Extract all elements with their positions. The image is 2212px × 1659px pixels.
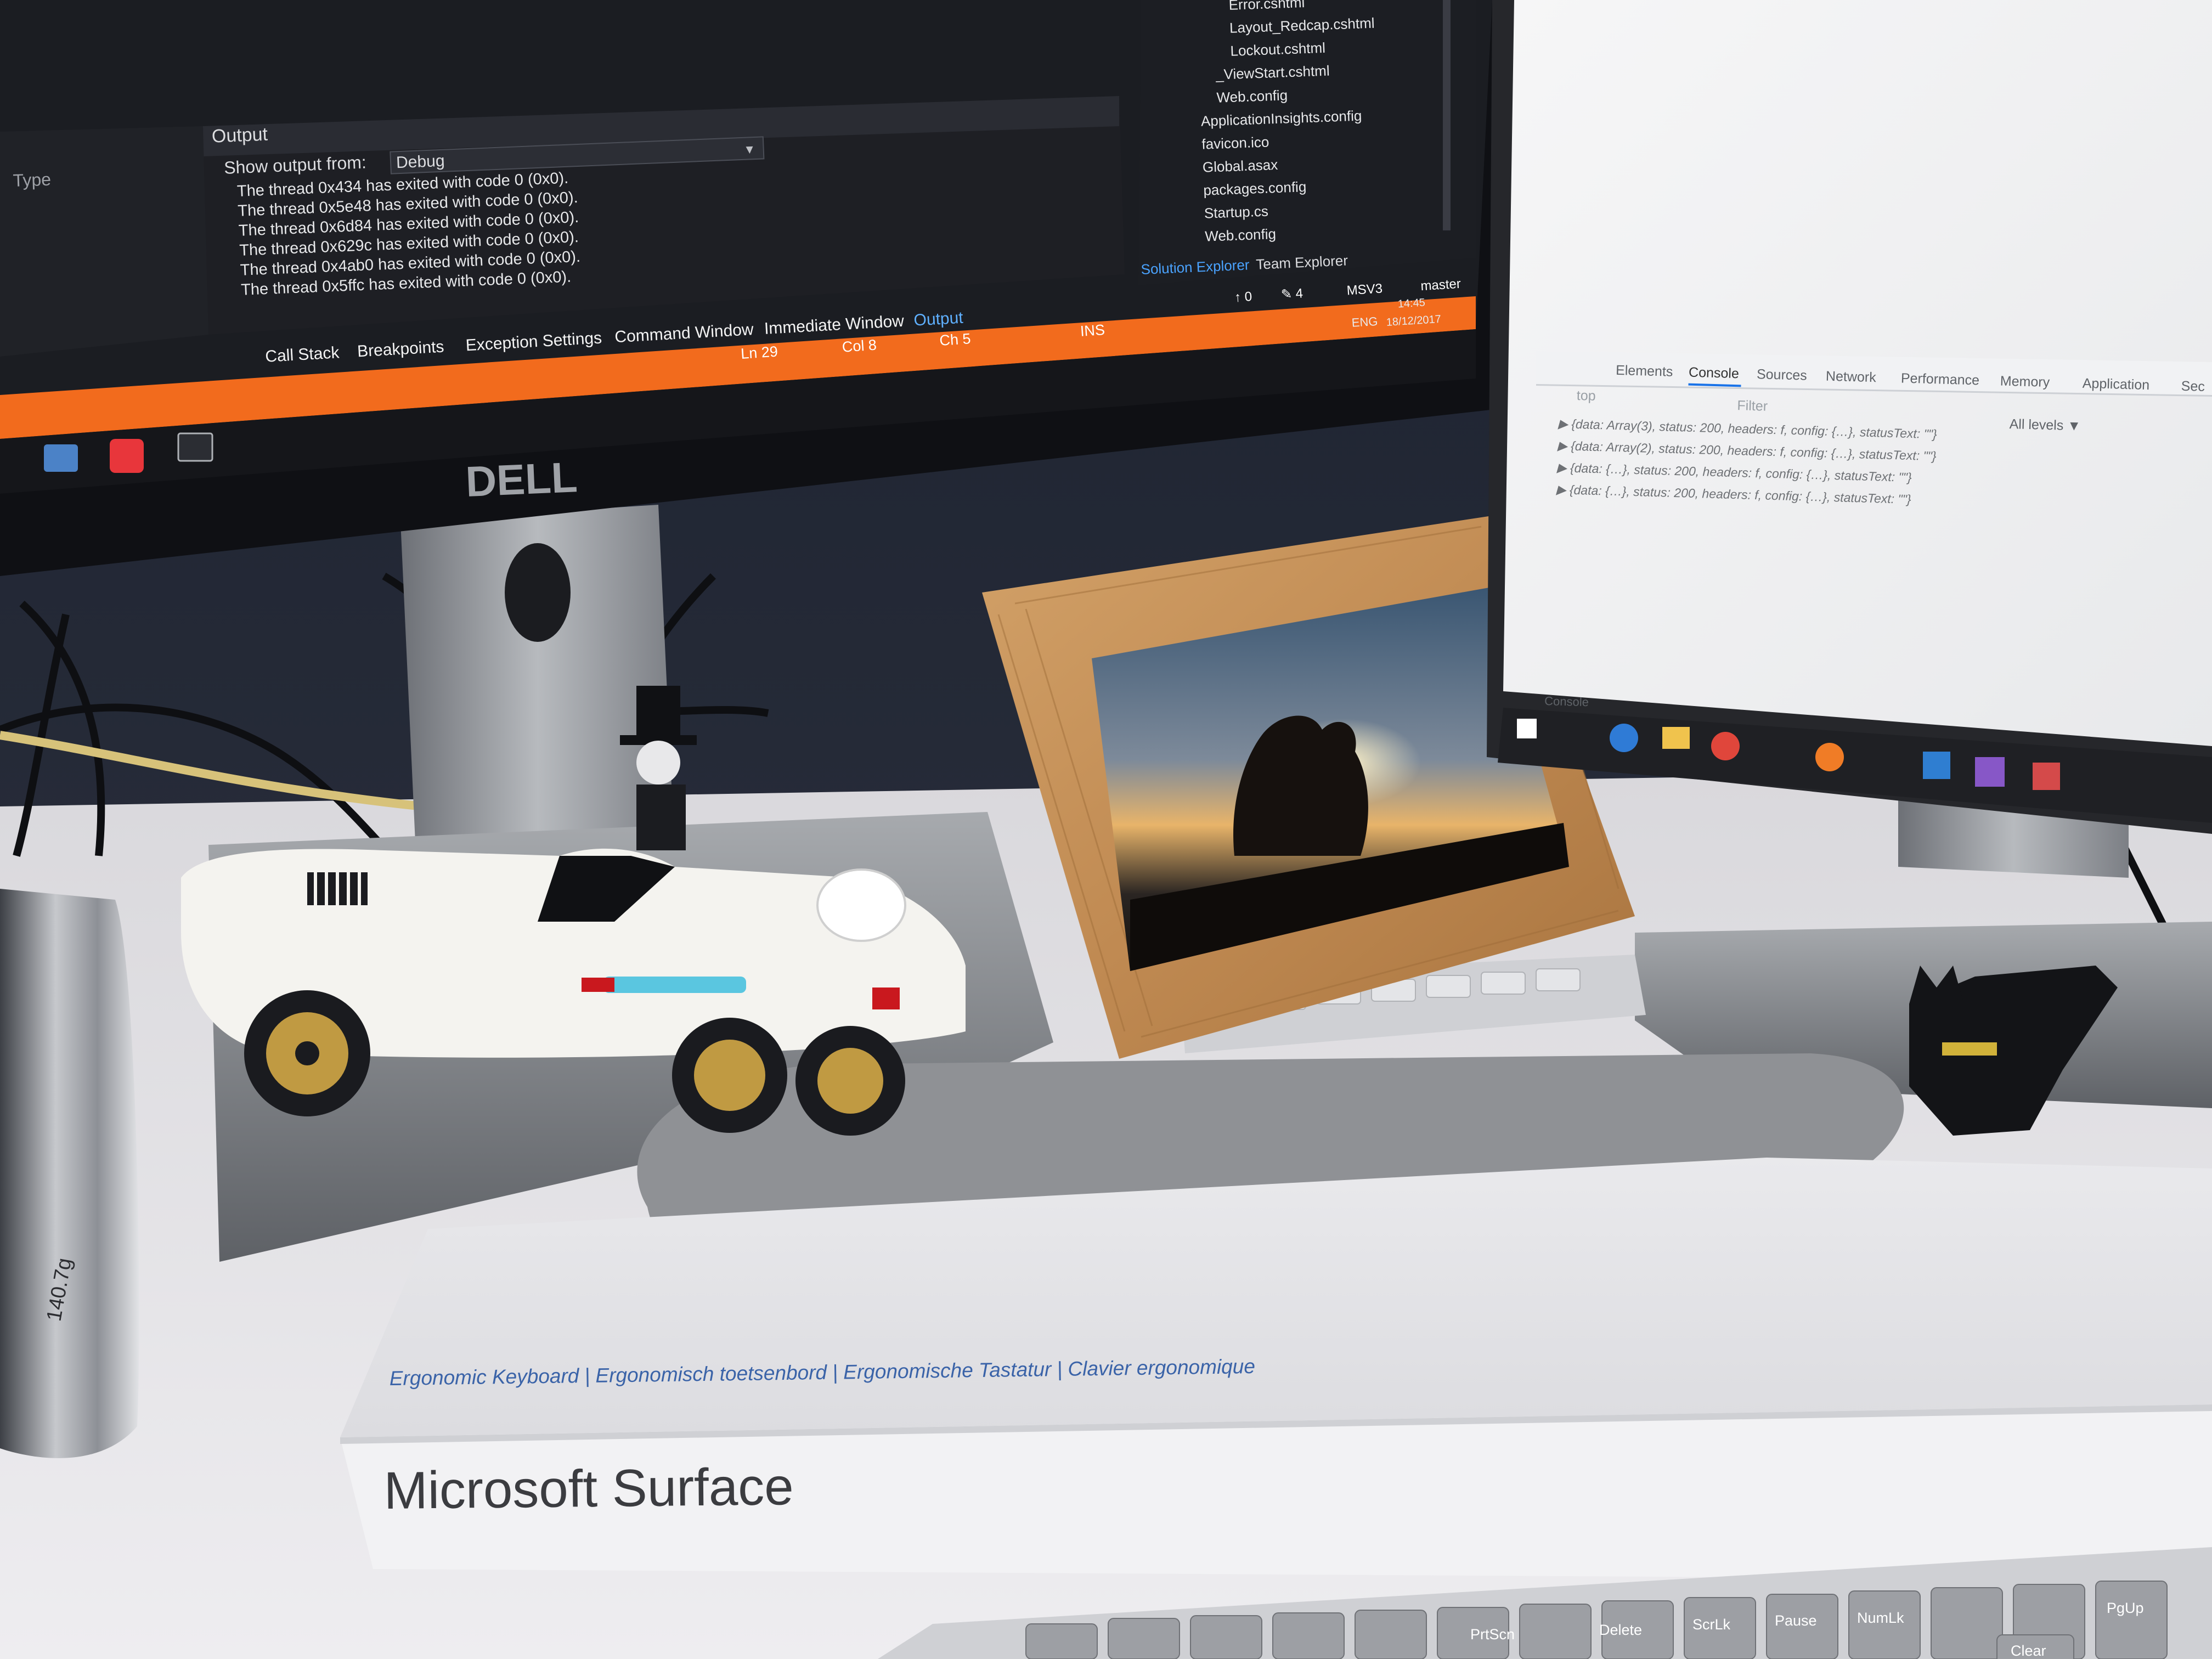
output-panel-title: Output [211, 124, 268, 147]
network-icon[interactable] [44, 444, 78, 472]
status-branch[interactable]: master [1420, 276, 1462, 294]
status-line: Ln 29 [740, 343, 778, 362]
devtools-filter-input[interactable]: Filter [1737, 398, 1768, 414]
devtools-level-filter[interactable]: All levels ▼ [2009, 416, 2081, 434]
dell-logo: DELL [465, 453, 578, 506]
devtools-context-select[interactable]: top [1576, 388, 1596, 404]
drawer-tab-console[interactable]: Console [1544, 694, 1589, 709]
penguin-minifig-hat [636, 686, 680, 741]
firefox-icon[interactable] [1815, 743, 1844, 771]
status-char: Ch 5 [939, 330, 972, 349]
slack-icon[interactable] [2033, 763, 2060, 790]
key-clear: Clear [2011, 1643, 2046, 1659]
key-numlk: NumLk [1857, 1610, 1904, 1626]
tree-item[interactable]: Global.asax [1202, 156, 1278, 176]
chrome-icon[interactable] [1711, 732, 1740, 760]
status-pending-commits: ↑ 0 [1234, 289, 1252, 305]
status-project: MSV3 [1346, 281, 1383, 298]
key-scrlk: ScrLk [1692, 1616, 1731, 1633]
devtools-tab-application[interactable]: Application [2082, 376, 2149, 393]
tray-language: ENG [1351, 314, 1378, 330]
output-source-value: Debug [396, 152, 445, 172]
devtools-tab-elements[interactable]: Elements [1616, 363, 1673, 380]
tree-item[interactable]: Startup.cs [1204, 203, 1268, 222]
devtools-tab-console[interactable]: Console [1689, 365, 1739, 382]
tree-item[interactable]: Web.config [1216, 87, 1288, 106]
mug: 140.7g [0, 889, 139, 1458]
key-delete: Delete [1599, 1622, 1642, 1638]
devtools-tab-security[interactable]: Sec [2181, 379, 2205, 394]
terminal-icon[interactable] [177, 432, 213, 462]
keyboard-box: Ergonomic Keyboard | Ergonomisch toetsen… [340, 1158, 2212, 1580]
file-explorer-icon[interactable] [1662, 727, 1690, 749]
key-pause: Pause [1775, 1612, 1817, 1629]
devtools-tab-memory[interactable]: Memory [2000, 374, 2051, 391]
devtools-tab-sources[interactable]: Sources [1757, 366, 1807, 383]
desk-photo: 140.7g Ergonomic Keyboard | Ergonomisch … [0, 0, 2212, 1659]
properties-type-label: Type [13, 170, 52, 190]
tree-item[interactable]: Lockout.cshtml [1230, 40, 1325, 59]
keyboard-box-brand: Microsoft Surface [383, 1457, 794, 1520]
vs-properties-panel [0, 126, 208, 357]
devtools-tab-network[interactable]: Network [1826, 369, 1877, 386]
netease-music-icon[interactable] [110, 439, 144, 473]
tray-time: 14:45 [1397, 297, 1425, 311]
status-mode: INS [1080, 321, 1105, 340]
visual-studio-icon[interactable] [1975, 757, 2005, 787]
tree-item[interactable]: favicon.ico [1201, 134, 1269, 153]
tab-output[interactable]: Output [913, 309, 964, 330]
key-pgup: PgUp [2107, 1600, 2144, 1616]
key-prtscn: PrtScn [1470, 1626, 1515, 1643]
edge-icon[interactable] [1610, 724, 1638, 752]
devtools-tab-performance[interactable]: Performance [1901, 370, 1980, 388]
status-edits: ✎ 4 [1280, 286, 1304, 302]
vscode-icon[interactable] [1923, 752, 1950, 779]
status-column: Col 8 [842, 337, 877, 356]
tree-item[interactable]: Web.config [1205, 225, 1277, 245]
windows-start-icon[interactable] [1517, 719, 1537, 738]
chevron-down-icon: ▾ [746, 140, 753, 157]
